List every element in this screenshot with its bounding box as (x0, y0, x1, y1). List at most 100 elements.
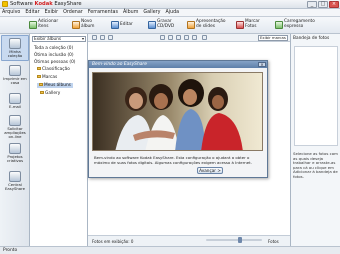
nav-label: Projetos criativos (6, 154, 24, 163)
delete-icon[interactable] (202, 35, 207, 40)
new-album-icon (72, 21, 80, 29)
menu-arquivo[interactable]: Arquivo (2, 10, 20, 15)
new-album-button[interactable]: Novo álbum (70, 18, 106, 32)
slideshow-icon (187, 21, 195, 29)
folder-item-gallery[interactable]: Gallery (40, 91, 60, 96)
left-nav: Minha coleção Imprimir em casa E-mail So… (0, 34, 30, 246)
easyshare-central-icon (9, 171, 21, 182)
nav-my-collection[interactable]: Minha coleção (1, 35, 29, 61)
nav-creative-projects[interactable]: Projetos criativos (1, 141, 29, 167)
welcome-photo (92, 72, 263, 151)
folder-item-tags[interactable]: Marcas (37, 75, 57, 80)
slideshow-button[interactable]: Apresentação de slides (185, 18, 231, 32)
menu-ordenar[interactable]: Ordenar (63, 10, 83, 15)
center-status: Fotos em exibição: 0 Fotos (88, 235, 290, 246)
title-prefix: Software (10, 1, 35, 7)
tag-filter-select[interactable]: Exibir marcas ao registrar (258, 35, 288, 41)
edit-icon (111, 21, 119, 29)
photo-tray-panel: Bandeja de fotos Selecione as fotos com … (290, 34, 340, 246)
new-album-label: Novo álbum (81, 19, 95, 29)
folder-label: Ótimas pessoas (0) (34, 60, 76, 65)
add-items-button[interactable]: Adicionar itens (27, 18, 67, 32)
view-toolbar: Exibir marcas ao registrar (88, 34, 290, 42)
photos-count: Fotos em exibição: 0 (92, 239, 134, 244)
dialog-body-text: Bem-vindo ao software Kodak EasyShare. E… (94, 155, 252, 165)
slideshow-small-icon[interactable] (168, 35, 173, 40)
view-select[interactable]: Exibir álbuns (32, 36, 86, 42)
title-suffix: EasyShare (52, 1, 82, 7)
folder-panel: Exibir álbuns Toda a coleção (0) Ótima i… (30, 34, 88, 246)
window-title: Software Kodak EasyShare (10, 1, 82, 7)
app-icon (2, 1, 8, 7)
folder-icon (39, 83, 43, 86)
select-all-icon[interactable] (92, 35, 97, 40)
burn-cd-icon (148, 21, 156, 29)
burn-cd-label: Gravar CD/DVD (157, 19, 175, 29)
nav-label: Central EasyShare (5, 182, 25, 191)
rotate-right-icon[interactable] (108, 35, 113, 40)
close-button[interactable]: × (329, 1, 339, 8)
welcome-dialog: Bem-vindo ao EasyShare × Bem-vindo ao so… (88, 60, 268, 178)
nav-print-at-home[interactable]: Imprimir em casa (1, 63, 29, 89)
folder-item-my-albums[interactable]: Meus álbuns (37, 83, 73, 88)
menu-album[interactable]: Álbum (123, 10, 138, 15)
edit-label: Editar (120, 21, 133, 27)
zoom-slider-thumb[interactable] (238, 237, 242, 243)
status-text: Pronto (3, 248, 18, 253)
folder-icon (40, 91, 44, 94)
menu-ferramentas[interactable]: Ferramentas (88, 10, 118, 15)
folder-item-all[interactable]: Toda a coleção (0) (34, 46, 73, 51)
express-upload-button[interactable]: Carregamento expresso (273, 18, 319, 32)
star-icon[interactable] (192, 35, 197, 40)
welcome-photo-image (93, 73, 262, 150)
main-toolbar: Adicionar itens Novo álbum Editar Gravar… (0, 17, 340, 34)
edit-button[interactable]: Editar (109, 18, 135, 32)
menu-exibir[interactable]: Exibir (45, 10, 59, 15)
title-bar: Software Kodak EasyShare _ □ × (0, 0, 340, 9)
menu-ajuda[interactable]: Ajuda (165, 10, 179, 15)
fotos-label: Fotos (268, 239, 279, 244)
express-upload-label: Carregamento expresso (284, 19, 315, 29)
rotate-left-icon[interactable] (100, 35, 105, 40)
creative-projects-icon (9, 143, 21, 154)
add-items-label: Adicionar itens (38, 19, 59, 29)
tag-photos-icon (236, 21, 244, 29)
add-items-icon (29, 21, 37, 29)
print-small-icon[interactable] (176, 35, 181, 40)
folder-item-rating[interactable]: Classificação (37, 67, 70, 72)
dialog-close-button[interactable]: × (258, 62, 266, 67)
folder-icon (37, 75, 41, 78)
printer-icon (9, 65, 21, 76)
express-upload-icon (275, 21, 283, 29)
folder-label: Ótima inclusão (0) (34, 53, 74, 58)
folder-label: Marcas (42, 75, 58, 80)
window-controls: _ □ × (307, 1, 339, 8)
folder-label: Toda a coleção (0) (34, 46, 74, 51)
tag-photos-button[interactable]: Marcar Fotos (234, 18, 266, 32)
slideshow-label: Apresentação de slides (196, 19, 226, 29)
nav-label: Solicitar ampliações on-line (4, 126, 26, 139)
email-small-icon[interactable] (184, 35, 189, 40)
order-prints-icon (9, 115, 21, 126)
nav-order-prints[interactable]: Solicitar ampliações on-line (1, 113, 29, 141)
collection-icon (9, 38, 21, 49)
folder-icon (37, 67, 41, 70)
folder-item-great-inclusion[interactable]: Ótima inclusão (0) (34, 53, 74, 58)
folder-label: Meus álbuns (44, 83, 71, 88)
folder-label: Gallery (45, 91, 61, 96)
zoom-slider[interactable] (206, 239, 262, 241)
photo-tray-dropzone[interactable] (294, 46, 338, 146)
maximize-button[interactable]: □ (318, 1, 328, 8)
folder-label: Classificação (42, 67, 70, 72)
burn-cd-button[interactable]: Gravar CD/DVD (146, 18, 178, 32)
view-mode-icon[interactable] (160, 35, 165, 40)
nav-easyshare-central[interactable]: Central EasyShare (1, 169, 29, 195)
dialog-next-button[interactable]: Avançar > (197, 167, 223, 174)
minimize-button[interactable]: _ (307, 1, 317, 8)
tag-photos-label: Marcar Fotos (245, 19, 260, 29)
nav-label: Imprimir em casa (3, 76, 27, 85)
menu-gallery[interactable]: Gallery (143, 10, 160, 15)
folder-item-great-people[interactable]: Ótimas pessoas (0) (34, 60, 76, 65)
menu-bar: Arquivo Editar Exibir Ordenar Ferramenta… (0, 9, 340, 17)
menu-editar[interactable]: Editar (25, 10, 39, 15)
